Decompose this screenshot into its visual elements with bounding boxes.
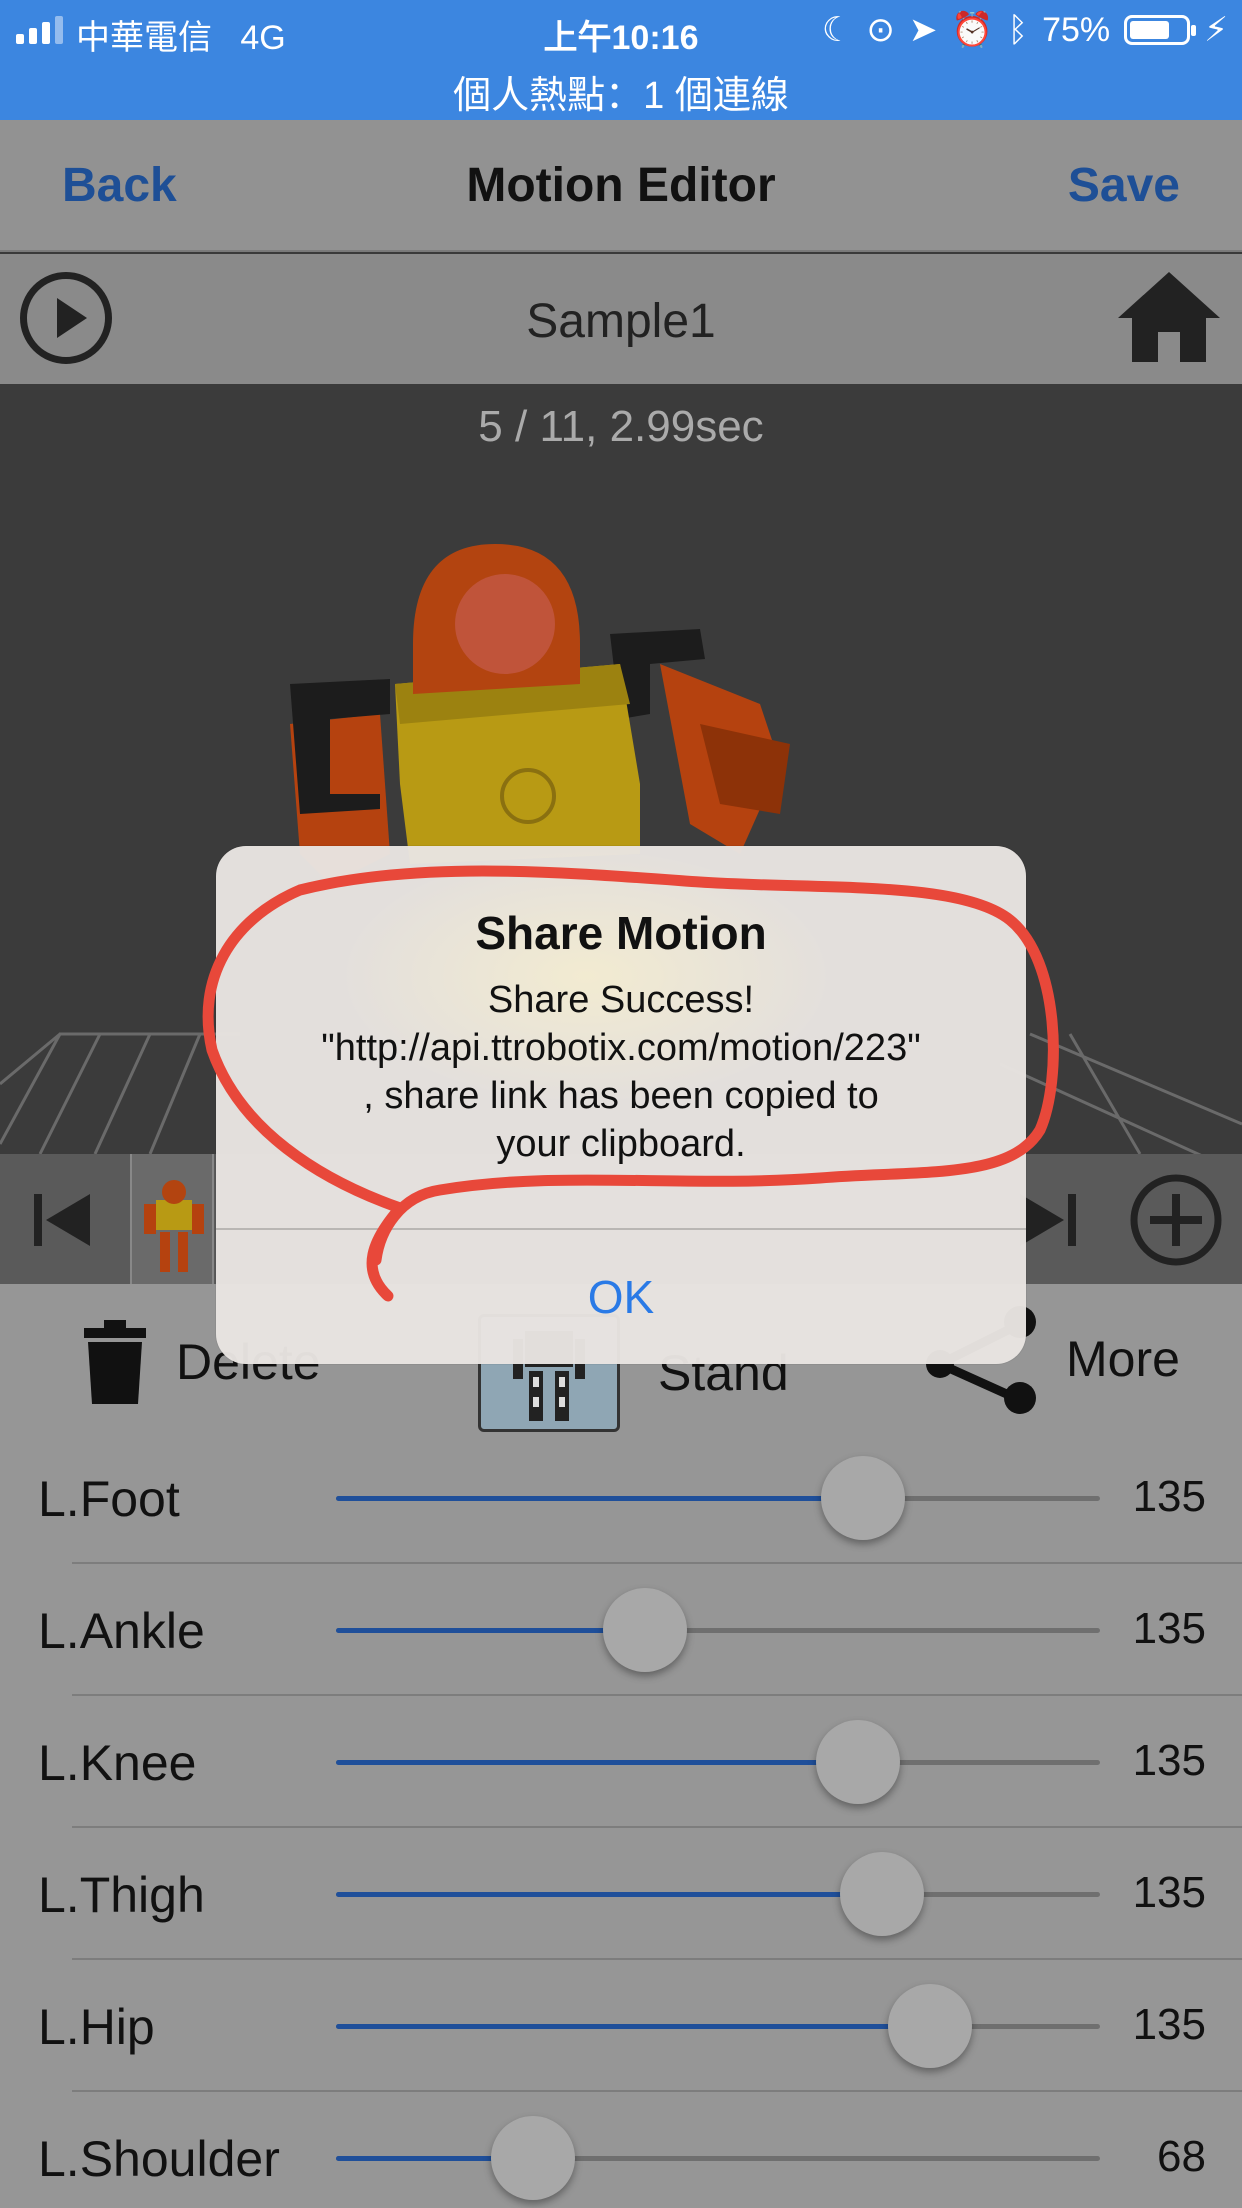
joint-label: L.Ankle [38, 1603, 205, 1659]
slider-thumb[interactable] [821, 1456, 906, 1540]
hotspot-banner[interactable]: 個人熱點：1 個連線 [0, 64, 1242, 119]
ok-button[interactable]: OK [216, 1230, 1026, 1364]
joint-slider[interactable] [336, 1720, 1100, 1804]
alert-message: Share Success! "http://api.ttrobotix.com… [321, 979, 921, 1165]
slider-row-l-ankle: L.Ankle 135 [0, 1564, 1242, 1696]
slider-thumb[interactable] [491, 2116, 576, 2200]
battery-icon [1124, 15, 1197, 45]
joint-label: L.Thigh [38, 1867, 205, 1923]
share-motion-alert: Share Motion Share Success! "http://api.… [216, 846, 1026, 1364]
slider-thumb[interactable] [815, 1720, 900, 1804]
slider-row-l-foot: L.Foot 135 [0, 1432, 1242, 1564]
status-bar: 中華電信 4G 上午10:16 ☾ ⊙ ➤ ⏰ ᛒ 75% ⚡ 個人熱點：1 個… [0, 0, 1242, 120]
joint-label: L.Knee [38, 1735, 197, 1791]
joint-slider-list: L.Foot 135 L.Ankle 135 L.Knee 135 L.Thig… [0, 1432, 1242, 2208]
slider-thumb[interactable] [840, 1852, 925, 1936]
save-button[interactable]: Save [1068, 158, 1180, 213]
joint-label: L.Foot [38, 1471, 180, 1527]
joint-value: 135 [1132, 1472, 1206, 1521]
location-icon: ➤ [908, 11, 938, 49]
alarm-icon: ⏰ [951, 11, 994, 49]
more-label: More [1066, 1331, 1180, 1387]
page-title: Motion Editor [466, 159, 776, 212]
joint-slider[interactable] [336, 1588, 1100, 1672]
joint-slider[interactable] [336, 2116, 1100, 2200]
battery-percent: 75% [1042, 10, 1111, 49]
slider-thumb[interactable] [603, 1588, 688, 1672]
motion-name: Sample1 [526, 295, 716, 348]
trash-icon [84, 1320, 146, 1404]
joint-value: 68 [1157, 2132, 1206, 2181]
joint-slider[interactable] [336, 1456, 1100, 1540]
joint-slider[interactable] [336, 1984, 1100, 2068]
joint-value: 135 [1132, 1604, 1206, 1653]
navigation-bar: Back Motion Editor Save [0, 120, 1242, 252]
add-frame-icon[interactable] [1128, 1172, 1224, 1268]
rotation-lock-icon: ⊙ [866, 11, 895, 49]
slider-row-l-knee: L.Knee 135 [0, 1696, 1242, 1828]
joint-value: 135 [1132, 1736, 1206, 1785]
slider-thumb[interactable] [887, 1984, 972, 2068]
alert-title: Share Motion [475, 907, 767, 959]
bluetooth-icon: ᛒ [1007, 10, 1029, 49]
charging-icon: ⚡ [1204, 11, 1228, 49]
slider-row-l-shoulder: L.Shoulder 68 [0, 2092, 1242, 2208]
joint-label: L.Hip [38, 1999, 155, 2055]
home-icon[interactable] [1114, 266, 1224, 366]
slider-row-l-thigh: L.Thigh 135 [0, 1828, 1242, 1960]
motion-header: Sample1 [0, 254, 1242, 384]
skip-to-start-icon[interactable] [30, 1192, 100, 1248]
joint-value: 135 [1132, 2000, 1206, 2049]
joint-value: 135 [1132, 1868, 1206, 1917]
joint-slider[interactable] [336, 1852, 1100, 1936]
frame-thumbnail[interactable] [130, 1154, 214, 1284]
moon-icon: ☾ [821, 11, 853, 49]
slider-row-l-hip: L.Hip 135 [0, 1960, 1242, 2092]
joint-label: L.Shoulder [38, 2131, 280, 2187]
